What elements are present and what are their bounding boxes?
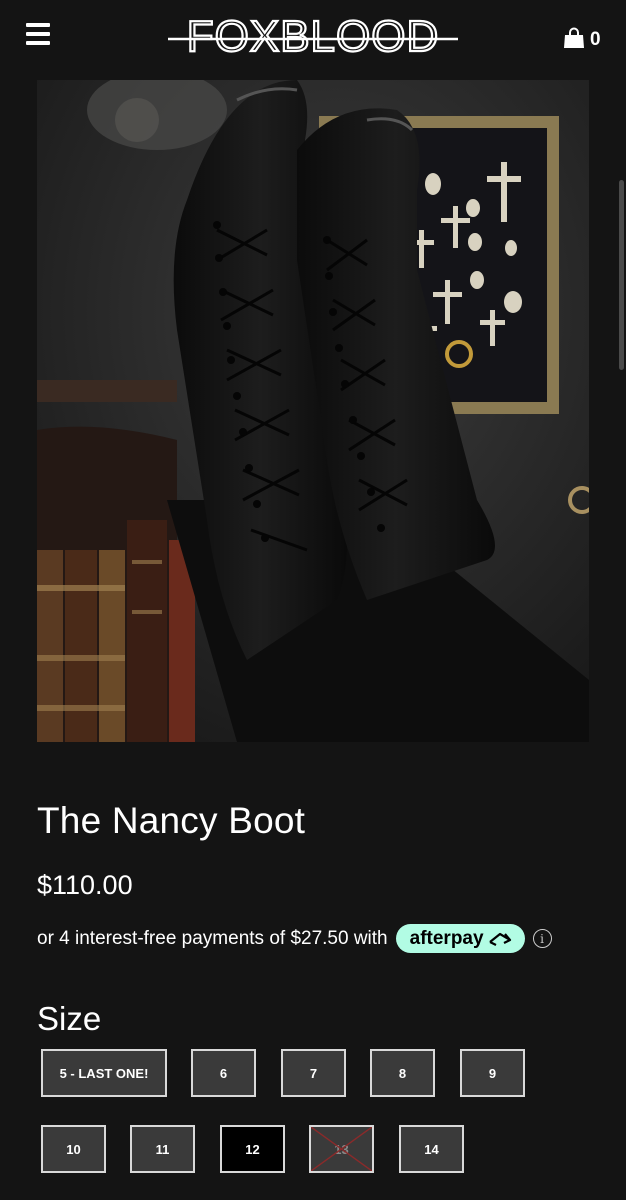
shopping-bag-icon [563, 27, 585, 54]
size-option-6[interactable]: 6 [191, 1049, 256, 1097]
size-option-11[interactable]: 11 [130, 1125, 195, 1173]
info-icon[interactable]: i [532, 929, 552, 948]
afterpay-badge[interactable]: afterpay [395, 924, 525, 953]
cart-button[interactable]: 0 [563, 27, 601, 54]
hamburger-menu-icon[interactable] [26, 23, 50, 45]
size-option-13-sold-out[interactable]: 13 [309, 1125, 374, 1173]
size-option-10[interactable]: 10 [41, 1125, 106, 1173]
brand-logo[interactable]: FOXBLOOD [168, 11, 458, 62]
afterpay-label: afterpay [409, 927, 484, 949]
product-price: $110.00 [37, 870, 133, 900]
size-option-9[interactable]: 9 [460, 1049, 525, 1097]
cart-count: 0 [590, 29, 601, 50]
product-image[interactable] [37, 80, 589, 742]
afterpay-installment-row: or 4 interest-free payments of $27.50 wi… [37, 924, 552, 953]
product-title: The Nancy Boot [37, 800, 306, 841]
size-heading: Size [37, 1000, 102, 1037]
sold-out-cross-icon [311, 1127, 372, 1171]
installment-text: or 4 interest-free payments of $27.50 wi… [37, 927, 388, 949]
svg-text:FOXBLOOD: FOXBLOOD [187, 12, 440, 58]
size-option-14[interactable]: 14 [399, 1125, 464, 1173]
size-option-12-selected[interactable]: 12 [220, 1125, 285, 1173]
size-option-5[interactable]: 5 - LAST ONE! [41, 1049, 167, 1097]
page-scrollbar[interactable] [619, 180, 624, 370]
size-option-8[interactable]: 8 [370, 1049, 435, 1097]
size-option-7[interactable]: 7 [281, 1049, 346, 1097]
afterpay-arrows-icon [488, 932, 511, 946]
site-header: FOXBLOOD 0 [0, 0, 626, 80]
